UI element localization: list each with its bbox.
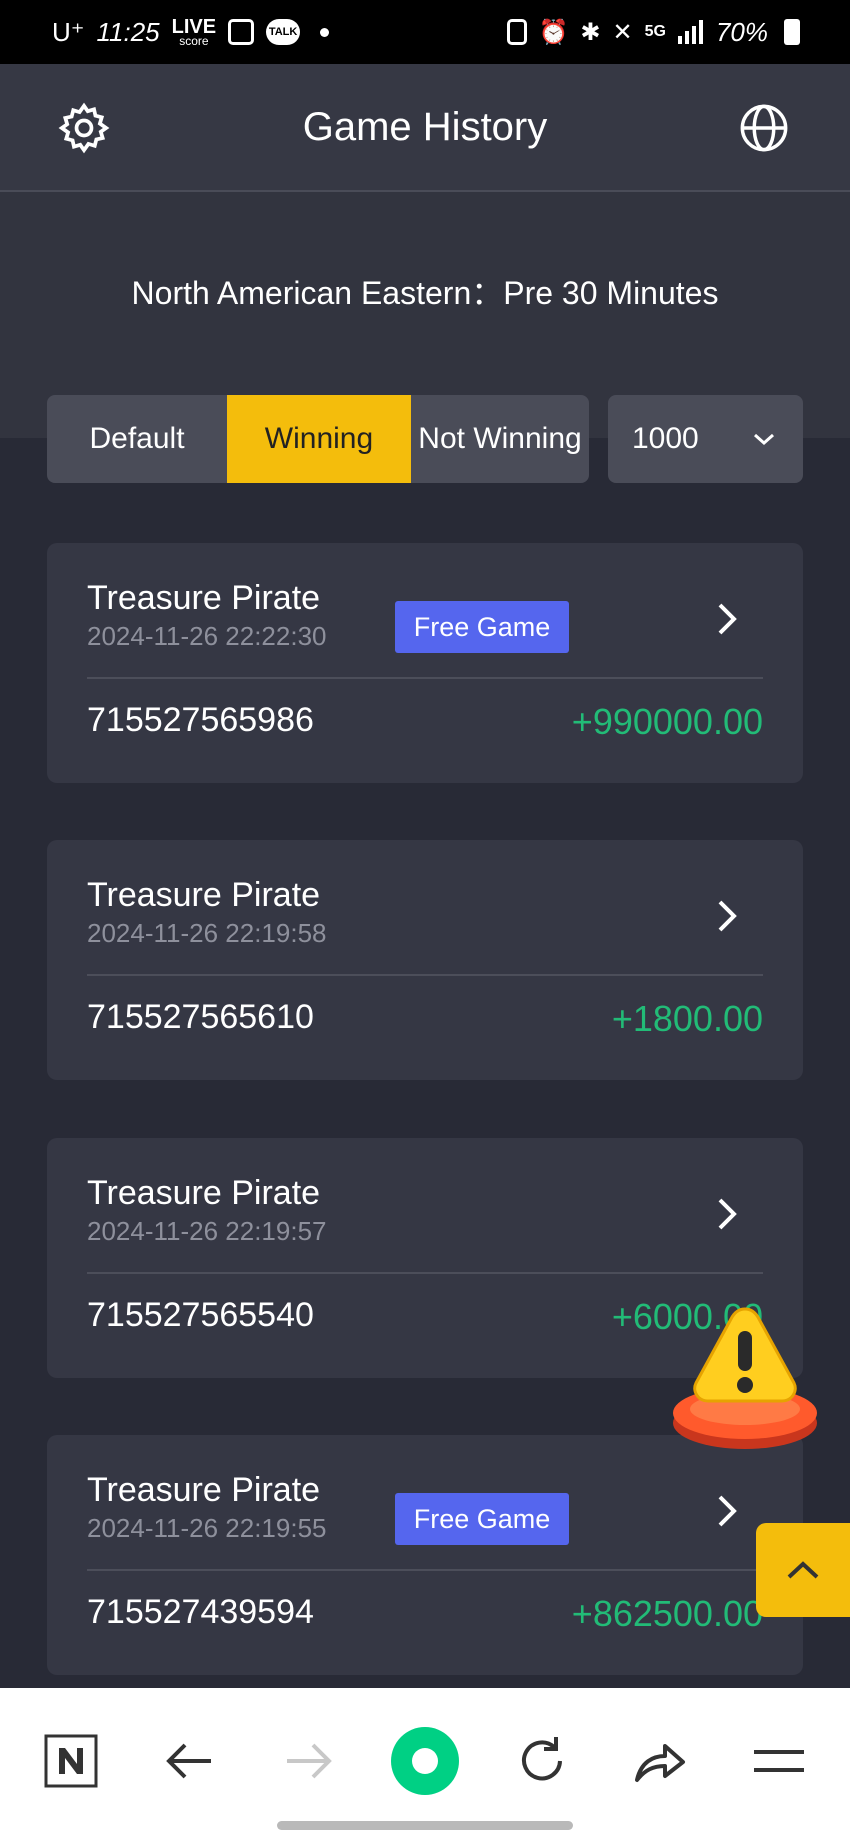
- green-home-button[interactable]: [390, 1726, 460, 1796]
- network-type: 5G: [644, 23, 666, 40]
- chevron-right-icon[interactable]: [707, 599, 747, 639]
- history-record-card[interactable]: Treasure Pirate 2024-11-26 22:22:30 Free…: [47, 543, 803, 783]
- settings-button[interactable]: [52, 96, 116, 160]
- naver-home-button[interactable]: [36, 1726, 106, 1796]
- notification-dot-icon: [320, 27, 330, 37]
- app-notification-icon: [506, 19, 527, 45]
- chevron-up-icon: [787, 1561, 819, 1579]
- scroll-to-top-button[interactable]: [756, 1523, 850, 1617]
- tab-not-winning[interactable]: Not Winning: [411, 395, 589, 483]
- record-datetime: 2024-11-26 22:19:58: [87, 918, 327, 948]
- record-datetime: 2024-11-26 22:22:30: [87, 621, 327, 651]
- bluetooth-icon: ✱: [580, 18, 601, 46]
- globe-icon: [740, 104, 788, 152]
- clock: 11:25: [96, 16, 160, 47]
- refresh-icon: [522, 1737, 562, 1781]
- card-divider: [87, 1272, 763, 1274]
- battery-percent: 70%: [715, 16, 768, 47]
- free-game-badge: Free Game: [395, 601, 569, 653]
- game-name: Treasure Pirate: [87, 579, 321, 617]
- talk-icon: TALK: [266, 19, 301, 45]
- chevron-right-icon[interactable]: [707, 1194, 747, 1234]
- history-record-card[interactable]: Treasure Pirate 2024-11-26 22:19:58 7155…: [47, 840, 803, 1080]
- naver-n-icon: [44, 1734, 98, 1788]
- record-id: 715527565540: [87, 1296, 314, 1334]
- warning-float-button[interactable]: [670, 1305, 820, 1455]
- share-button[interactable]: [625, 1726, 695, 1796]
- game-name: Treasure Pirate: [87, 1174, 321, 1212]
- live-score-icon: LIVE score: [171, 15, 217, 48]
- win-amount: +1800.00: [611, 998, 763, 1039]
- signal-icon: [677, 20, 703, 44]
- arrow-left-icon: [166, 1743, 211, 1779]
- free-game-badge: Free Game: [395, 1493, 569, 1545]
- alarm-icon: ⏰: [538, 18, 569, 46]
- refresh-button[interactable]: [507, 1726, 577, 1796]
- record-id: 715527565986: [87, 701, 314, 739]
- history-record-card[interactable]: Treasure Pirate 2024-11-26 22:19:55 Free…: [47, 1435, 803, 1675]
- card-divider: [87, 1569, 763, 1571]
- timezone-label: North American Eastern：Pre 30 Minutes: [131, 275, 719, 311]
- mute-icon: ✕: [612, 18, 633, 46]
- menu-button[interactable]: [744, 1726, 814, 1796]
- record-id: 715527439594: [87, 1593, 314, 1631]
- back-button[interactable]: [155, 1726, 225, 1796]
- status-bar: U⁺ 11:25 LIVE score TALK ⏰ ✱ ✕ 5G 70%: [0, 0, 850, 64]
- record-datetime: 2024-11-26 22:19:57: [87, 1216, 327, 1246]
- forward-button[interactable]: [273, 1726, 343, 1796]
- result-filter-tabs: Default Winning Not Winning: [47, 395, 589, 483]
- win-amount: +990000.00: [571, 701, 763, 742]
- green-circle-icon: [391, 1727, 459, 1795]
- warning-icon: [673, 1307, 817, 1449]
- win-amount: +862500.00: [571, 1593, 763, 1634]
- arrow-right-icon: [287, 1743, 332, 1779]
- carrier-label: U⁺: [52, 16, 85, 47]
- language-button[interactable]: [732, 96, 796, 160]
- card-divider: [87, 974, 763, 976]
- chevron-right-icon[interactable]: [707, 1491, 747, 1531]
- card-divider: [87, 677, 763, 679]
- tab-winning[interactable]: Winning: [227, 395, 411, 483]
- game-name: Treasure Pirate: [87, 876, 321, 914]
- battery-icon: [784, 19, 800, 45]
- chevron-down-icon: [754, 433, 774, 446]
- record-count-value: 1000: [632, 422, 699, 455]
- record-datetime: 2024-11-26 22:19:55: [87, 1513, 327, 1543]
- hamburger-menu-icon: [754, 1750, 804, 1772]
- record-id: 715527565610: [87, 998, 314, 1036]
- app-header: Game History: [0, 64, 850, 192]
- home-indicator[interactable]: [277, 1821, 573, 1830]
- record-count-select[interactable]: 1000: [608, 395, 803, 483]
- page-title: Game History: [302, 104, 548, 149]
- browser-toolbar: [0, 1688, 850, 1842]
- game-name: Treasure Pirate: [87, 1471, 321, 1509]
- share-arrow-icon: [635, 1744, 685, 1782]
- gallery-icon: [228, 19, 255, 45]
- tab-default[interactable]: Default: [47, 395, 227, 483]
- chevron-right-icon[interactable]: [707, 896, 747, 936]
- gear-icon: [58, 102, 110, 154]
